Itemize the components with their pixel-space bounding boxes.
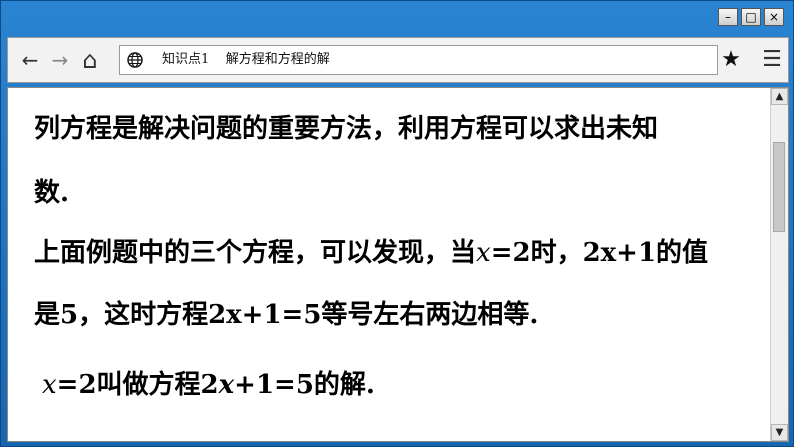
text-line-3-part-b: =2时，2x+1的值 <box>490 238 709 268</box>
text-line-2: 数. <box>34 178 70 208</box>
text-line-5-part-a: =2叫做方程2 <box>56 370 219 400</box>
variable-x: x <box>42 370 57 400</box>
bookmark-star-icon[interactable]: ★ <box>719 46 743 72</box>
browser-window: – □ × ← → ⌂ 知识点1 解方程和方程的解 ★ ☰ 列方程是解决问题的重… <box>0 0 794 447</box>
text-line-5-part-b: +1=5的解. <box>234 370 375 400</box>
maximize-button[interactable]: □ <box>741 8 761 26</box>
close-button[interactable]: × <box>764 8 784 26</box>
scroll-up-button[interactable]: ▲ <box>771 88 788 105</box>
address-text: 知识点1 解方程和方程的解 <box>162 52 330 67</box>
scroll-down-button[interactable]: ▼ <box>771 424 788 441</box>
text-line-1: 列方程是解决问题的重要方法，利用方程可以求出未知 <box>34 114 659 144</box>
minimize-button[interactable]: – <box>718 8 738 26</box>
browser-toolbar: ← → ⌂ 知识点1 解方程和方程的解 ★ ☰ <box>7 37 789 83</box>
title-bar: – □ × <box>1 1 793 33</box>
variable-x: x <box>218 370 235 400</box>
back-button[interactable]: ← <box>18 47 42 73</box>
text-line-5: x=2叫做方程2x+1=5的解. <box>42 364 375 401</box>
scroll-thumb[interactable] <box>773 142 785 232</box>
text-line-3: 上面例题中的三个方程，可以发现，当x=2时，2x+1的值 <box>34 232 708 269</box>
home-button[interactable]: ⌂ <box>78 46 102 74</box>
page-content: 列方程是解决问题的重要方法，利用方程可以求出未知 数. 上面例题中的三个方程，可… <box>7 87 789 442</box>
globe-icon <box>127 52 143 68</box>
address-bar[interactable]: 知识点1 解方程和方程的解 <box>119 45 718 75</box>
menu-icon[interactable]: ☰ <box>759 46 785 72</box>
text-line-4: 是5，这时方程2x+1=5等号左右两边相等. <box>34 300 539 330</box>
forward-button[interactable]: → <box>48 47 72 73</box>
text-line-3-part-a: 上面例题中的三个方程，可以发现，当 <box>34 238 477 268</box>
variable-x: x <box>476 238 491 268</box>
vertical-scrollbar[interactable]: ▲ ▼ <box>770 88 788 441</box>
